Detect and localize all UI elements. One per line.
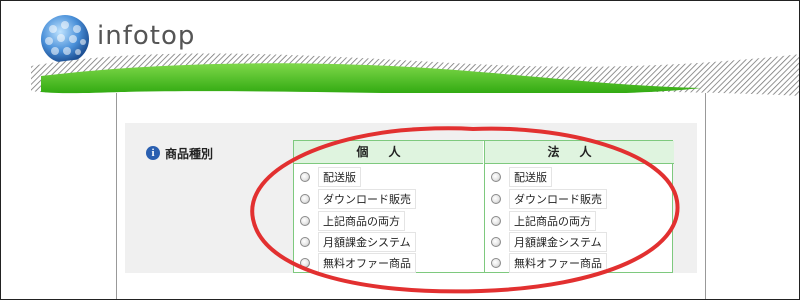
option-label: 無料オファー商品 <box>318 253 416 273</box>
radio-option-corporate-free-offer[interactable]: 無料オファー商品 <box>491 253 607 273</box>
radio-icon[interactable] <box>491 172 501 182</box>
radio-option-corporate-subscription[interactable]: 月額課金システム <box>491 232 607 252</box>
radio-icon[interactable] <box>491 258 501 268</box>
radio-option-individual-shipping[interactable]: 配送版 <box>300 167 361 187</box>
radio-option-individual-download[interactable]: ダウンロード販売 <box>300 189 416 209</box>
radio-icon[interactable] <box>300 194 310 204</box>
product-type-table: 個人 法人 配送版 ダウンロード販売 上記商品の両方 月額課金システム 無料オフ… <box>293 140 674 273</box>
radio-icon[interactable] <box>491 237 501 247</box>
option-label: ダウンロード販売 <box>318 189 416 209</box>
option-label: 上記商品の両方 <box>509 211 596 231</box>
info-icon[interactable]: i <box>146 146 160 160</box>
column-heading-corporate: 法人 <box>485 141 674 164</box>
radio-icon[interactable] <box>491 216 501 226</box>
option-label: 月額課金システム <box>318 232 416 252</box>
option-label: 無料オファー商品 <box>509 253 607 273</box>
option-label: ダウンロード販売 <box>509 189 607 209</box>
option-label: 上記商品の両方 <box>318 211 405 231</box>
radio-option-corporate-both[interactable]: 上記商品の両方 <box>491 211 596 231</box>
radio-icon[interactable] <box>300 172 310 182</box>
radio-icon[interactable] <box>300 237 310 247</box>
radio-option-corporate-shipping[interactable]: 配送版 <box>491 167 552 187</box>
radio-icon[interactable] <box>491 194 501 204</box>
column-divider <box>484 141 485 272</box>
column-heading-individual: 個人 <box>294 141 483 164</box>
screenshot-frame: infotop i 商品種別 個人 法人 配送版 ダウンロード販売 上記商品の両… <box>0 0 800 300</box>
radio-option-corporate-download[interactable]: ダウンロード販売 <box>491 189 607 209</box>
field-label: 商品種別 <box>165 147 214 161</box>
option-label: 月額課金システム <box>509 232 607 252</box>
option-label: 配送版 <box>509 167 552 187</box>
radio-option-individual-free-offer[interactable]: 無料オファー商品 <box>300 253 416 273</box>
radio-icon[interactable] <box>300 258 310 268</box>
radio-option-individual-both[interactable]: 上記商品の両方 <box>300 211 405 231</box>
radio-option-individual-subscription[interactable]: 月額課金システム <box>300 232 416 252</box>
radio-icon[interactable] <box>300 216 310 226</box>
option-label: 配送版 <box>318 167 361 187</box>
